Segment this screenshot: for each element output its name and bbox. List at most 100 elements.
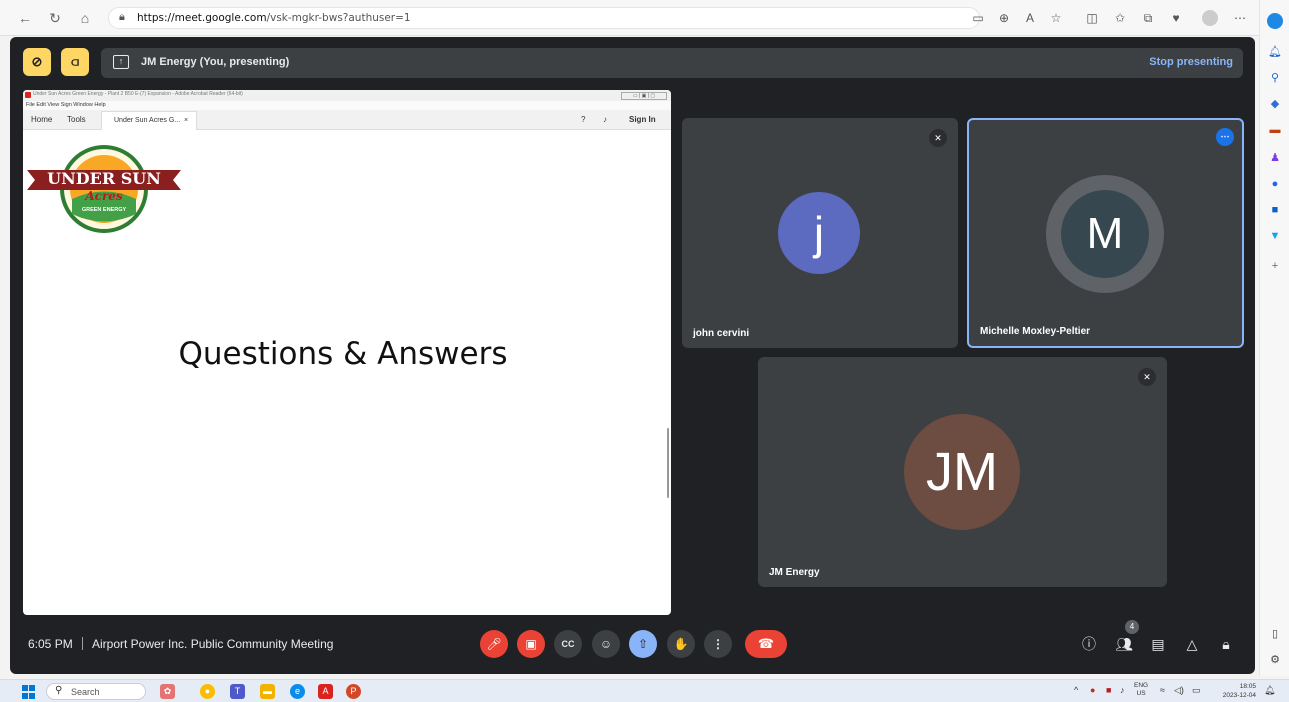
close-tab-icon[interactable]: × <box>184 117 188 124</box>
collections-icon[interactable]: ⧉ <box>1140 10 1156 26</box>
notification-bell-icon[interactable]: ♪ <box>603 115 607 124</box>
more-options-icon[interactable]: ⋯ <box>1216 128 1234 146</box>
tab-document[interactable]: Under Sun Acres G... × <box>101 111 197 130</box>
logo-text-top: UNDER SUN <box>47 169 161 188</box>
document-scrollbar[interactable] <box>667 428 669 498</box>
favorite-star-icon[interactable]: ☆ <box>1048 10 1064 26</box>
people-icon[interactable]: 👥︎ <box>1114 634 1134 654</box>
copilot-icon[interactable] <box>1267 13 1283 29</box>
participant-tile-jm-energy[interactable]: ✕ JM JM Energy <box>758 357 1167 587</box>
logo-text-mid: Acres <box>85 189 123 203</box>
windows-start-icon[interactable] <box>22 685 36 699</box>
sign-in-button[interactable]: Sign In <box>629 115 656 124</box>
bell-icon[interactable]: 🔔︎ <box>1267 44 1283 60</box>
taskbar-search[interactable]: ⚲ Search <box>46 683 146 700</box>
chat-icon[interactable]: ▤ <box>1148 634 1168 654</box>
leave-call-button[interactable]: ☎ <box>745 630 787 658</box>
camera-toggle-button[interactable]: ▣ <box>517 630 545 658</box>
meeting-info-icon[interactable]: ⓘ <box>1079 634 1099 654</box>
participant-tile-john[interactable]: ✕ j john cervini <box>682 118 958 348</box>
teams-icon[interactable]: T <box>230 684 245 699</box>
language-code: ENG <box>1134 682 1149 689</box>
divider <box>82 637 83 650</box>
microsoft-365-icon[interactable]: ● <box>1267 176 1283 192</box>
edge-icon[interactable]: e <box>290 684 305 699</box>
home-icon[interactable]: ⌂ <box>76 9 94 27</box>
address-bar[interactable]: 🔒︎ https://meet.google.com/vsk-mgkr-bws?… <box>108 7 980 29</box>
search-icon: ⚲ <box>55 685 63 696</box>
lock-icon: 🔒︎ <box>119 11 125 23</box>
tab-tools[interactable]: Tools <box>67 115 86 124</box>
stop-presenting-button[interactable]: Stop presenting <box>1149 56 1233 68</box>
games-icon[interactable]: ♟ <box>1267 150 1283 166</box>
present-now-button[interactable]: ⇧ <box>629 630 657 658</box>
widgets-icon[interactable]: ✿ <box>160 684 175 699</box>
profile-avatar-icon[interactable] <box>1202 10 1218 26</box>
present-mode-icon[interactable]: ⫏ <box>61 48 89 76</box>
more-menu-icon[interactable]: ⋯ <box>1232 10 1248 26</box>
acrobat-tabs: Home Tools Under Sun Acres G... × ? ♪ Si… <box>23 110 671 130</box>
acrobat-taskbar-icon[interactable]: A <box>318 684 333 699</box>
acrobat-icon <box>25 92 31 98</box>
tray-calendar-icon[interactable]: ■ <box>1106 685 1111 695</box>
drop-icon[interactable]: ▼ <box>1267 228 1283 244</box>
acrobat-titlebar: Under Sun Acres Green Energy - Plant 2 B… <box>23 90 671 101</box>
wifi-icon[interactable]: ≈ <box>1160 685 1165 695</box>
document-tab-label: Under Sun Acres G... <box>114 117 181 124</box>
activities-icon[interactable]: △ <box>1182 634 1202 654</box>
sidebar-toggle-icon[interactable]: ▯ <box>1267 626 1283 642</box>
more-options-button[interactable]: ⋮ <box>704 630 732 658</box>
add-icon[interactable]: + <box>1267 258 1283 274</box>
tray-overflow-icon[interactable]: ^ <box>1074 685 1078 695</box>
participant-name: JM Energy <box>769 567 820 578</box>
window-controls[interactable]: ▭ | ▣ | ▢ <box>621 92 667 100</box>
mic-toggle-button[interactable]: 🎤︎ <box>480 630 508 658</box>
file-explorer-icon[interactable]: ▬ <box>260 684 275 699</box>
back-icon[interactable]: ← <box>16 9 34 27</box>
language-indicator[interactable]: ENG US <box>1134 682 1148 698</box>
present-screen-icon: ↑ <box>113 55 129 69</box>
clock-date: 2023-12-04 <box>1222 692 1256 699</box>
search-icon[interactable]: ⚲ <box>1267 70 1283 86</box>
tray-mic-icon[interactable]: ♪ <box>1120 685 1125 695</box>
shared-screen: Under Sun Acres Green Energy - Plant 2 B… <box>23 90 671 615</box>
notification-center-icon[interactable]: 🔔︎ <box>1264 685 1275 696</box>
favorites-icon[interactable]: ✩ <box>1112 10 1128 26</box>
tray-app-icon[interactable]: ● <box>1090 685 1095 695</box>
presenting-bar: ↑ JM Energy (You, presenting) Stop prese… <box>101 48 1243 78</box>
acrobat-menu-items[interactable]: File Edit View Sign Window Help <box>26 102 106 108</box>
taskbar-clock[interactable]: 18:05 2023-12-04 <box>1214 682 1256 700</box>
tab-home[interactable]: Home <box>31 115 52 124</box>
zoom-icon[interactable]: ⊕ <box>996 10 1012 26</box>
browser-sidebar: 🔔︎ ⚲ ◆ ▬ ♟ ● ■ ▼ + ▯ ⚙ <box>1259 0 1289 676</box>
presenting-label: JM Energy (You, presenting) <box>141 56 290 68</box>
help-icon[interactable]: ? <box>581 115 585 124</box>
powerpoint-icon[interactable]: P <box>346 684 361 699</box>
browser-toolbar: ← ↻ ⌂ 🔒︎ https://meet.google.com/vsk-mgk… <box>0 0 1289 36</box>
acrobat-window-title: Under Sun Acres Green Energy - Plant 2 B… <box>33 91 243 97</box>
captions-button[interactable]: CC <box>554 630 582 658</box>
settings-gear-icon[interactable]: ⚙ <box>1267 652 1283 668</box>
host-controls-lock-icon[interactable]: 🔒︎ <box>1216 634 1236 654</box>
avatar: M <box>1061 190 1149 278</box>
participant-tile-michelle[interactable]: ⋯ M Michelle Moxley-Peltier <box>967 118 1244 348</box>
read-aloud-icon[interactable]: A <box>1022 10 1038 26</box>
region-code: US <box>1136 690 1146 697</box>
participant-count-badge: 4 <box>1125 620 1139 634</box>
extensions-icon[interactable]: ♥ <box>1168 10 1184 26</box>
reload-icon[interactable]: ↻ <box>46 9 64 27</box>
screen-icon[interactable]: ▭ <box>970 10 986 26</box>
tools-icon[interactable]: ▬ <box>1267 122 1283 138</box>
outlook-icon[interactable]: ■ <box>1267 202 1283 218</box>
url-text: https://meet.google.com/vsk-mgkr-bws?aut… <box>137 12 411 24</box>
volume-icon[interactable]: ◁) <box>1174 685 1184 696</box>
avatar: JM <box>904 414 1020 530</box>
avatar: j <box>778 192 860 274</box>
emoji-reaction-button[interactable]: ☺ <box>592 630 620 658</box>
chrome-icon[interactable]: ● <box>200 684 215 699</box>
raise-hand-button[interactable]: ✋ <box>667 630 695 658</box>
hide-presentation-icon[interactable]: ⊘ <box>23 48 51 76</box>
shopping-icon[interactable]: ◆ <box>1267 96 1283 112</box>
split-screen-icon[interactable]: ◫ <box>1084 10 1100 26</box>
battery-icon[interactable]: ▭ <box>1192 685 1201 696</box>
